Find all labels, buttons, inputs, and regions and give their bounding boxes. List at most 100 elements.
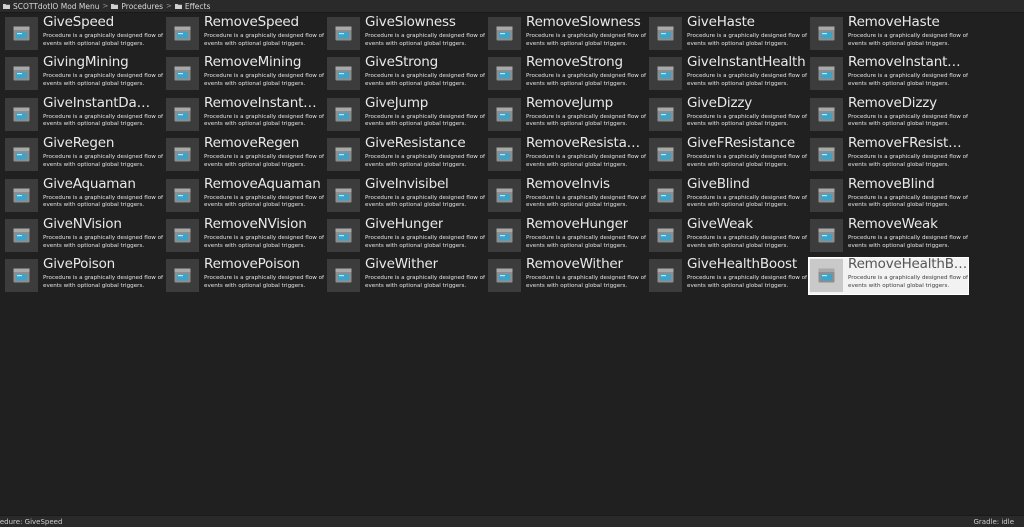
procedure-tile[interactable]: GiveHaste Procedure is a graphically desi… — [648, 14, 807, 52]
procedure-tile[interactable]: RemoveSpeed Procedure is a graphically de… — [165, 14, 324, 52]
tile-description: Procedure is a graphically designed flow… — [526, 194, 646, 209]
breadcrumb: SCOTTdotIO Mod Menu > Procedures > Effec… — [0, 0, 1024, 13]
procedure-block-icon — [488, 259, 521, 293]
procedure-block-icon — [5, 57, 38, 91]
tile-description: Procedure is a graphically designed flow… — [848, 73, 968, 87]
tile-title: RemovePoison — [204, 256, 300, 273]
procedure-tile[interactable]: GiveBlind Procedure is a graphically desi… — [648, 175, 807, 214]
status-bar: cedure: GiveSpeed Gradle: idle — [0, 515, 1024, 527]
procedure-block-icon — [649, 57, 682, 91]
procedure-tile[interactable]: RemoveWeak Procedure is a graphically des… — [809, 216, 968, 254]
tile-title: GiveResistance — [365, 135, 466, 152]
tile-title: RemoveFResistance — [848, 135, 968, 152]
procedure-block-icon — [5, 17, 38, 50]
procedure-tile[interactable]: RemoveFResistance Procedure is a graphica… — [809, 135, 968, 173]
breadcrumb-item-effects[interactable]: Effects — [174, 1, 211, 11]
procedure-tile[interactable]: GiveHealthBoost Procedure is a graphicall… — [648, 256, 807, 294]
procedure-block-icon — [5, 97, 38, 131]
procedure-tile[interactable]: RemoveResistance Procedure is a graphical… — [487, 135, 646, 173]
procedure-block-icon — [327, 178, 360, 212]
tile-description: Procedure is a graphically designed flow… — [526, 235, 646, 249]
procedure-tile[interactable]: GiveDizzy Procedure is a graphically desi… — [648, 95, 807, 133]
breadcrumb-label: Effects — [184, 1, 211, 11]
procedure-block-icon — [327, 219, 360, 252]
tile-title: GiveFResistance — [687, 135, 796, 152]
procedure-tile[interactable]: GiveHunger Procedure is a graphically des… — [326, 216, 485, 254]
tile-description: Procedure is a graphically designed flow… — [848, 154, 968, 168]
procedure-tile[interactable]: RemoveDizzy Procedure is a graphically de… — [809, 94, 968, 133]
procedure-tile[interactable]: RemoveHaste Procedure is a graphically de… — [809, 14, 968, 52]
tile-description: Procedure is a graphically designed flow… — [43, 33, 163, 47]
tile-description: Procedure is a graphically designed flow… — [687, 194, 807, 209]
tile-description: Procedure is a graphically designed flow… — [204, 33, 324, 47]
procedure-tile[interactable]: RemoveNVision Procedure is a graphically … — [165, 216, 324, 254]
procedure-tile[interactable]: GiveWeak Procedure is a graphically desig… — [648, 216, 807, 254]
procedure-block-icon — [810, 17, 843, 50]
procedure-tile[interactable]: GiveStrong Procedure is a graphically des… — [326, 54, 485, 92]
tile-description: Procedure is a graphically designed flow… — [526, 113, 646, 128]
tile-description: Procedure is a graphically designed flow… — [526, 275, 646, 289]
procedure-tile[interactable]: RemoveSlowness Procedure is a graphically… — [487, 14, 646, 52]
tile-description: Procedure is a graphically designed flow… — [204, 154, 324, 168]
procedure-tile[interactable]: RemoveHealthBoost Procedure is a graphica… — [808, 256, 970, 296]
folder-icon — [174, 3, 182, 9]
procedure-block-icon — [5, 259, 38, 293]
tile-title: GiveSlowness — [365, 14, 456, 30]
procedure-block-icon — [5, 219, 38, 252]
procedure-tile[interactable]: GiveSpeed Procedure is a graphically desi… — [4, 14, 163, 52]
tile-title: RemoveDizzy — [848, 94, 937, 111]
tile-description: Procedure is a graphically designed flow… — [204, 113, 324, 128]
procedure-tile[interactable]: GiveJump Procedure is a graphically desig… — [326, 95, 485, 133]
tile-title: GiveSpeed — [43, 14, 115, 30]
procedure-tile[interactable]: RemoveInstantHe... Procedure is a graphic… — [809, 54, 968, 92]
procedure-tile[interactable]: GivingMining Procedure is a graphically d… — [4, 54, 163, 92]
tile-title: RemoveJump — [526, 94, 614, 111]
procedure-tile[interactable]: GiveInstantHealth Procedure is a graphica… — [648, 54, 807, 92]
procedure-block-icon — [166, 219, 199, 252]
tile-title: GiveBlind — [687, 175, 750, 192]
procedure-block-icon — [488, 138, 521, 172]
tile-title: GiveInvisibel — [365, 175, 449, 192]
procedure-tile[interactable]: GiveSlowness Procedure is a graphically d… — [326, 14, 485, 52]
procedure-block-icon — [810, 138, 843, 172]
procedure-tile[interactable]: GiveInstantDamage Procedure is a graphica… — [4, 95, 163, 133]
procedure-tile[interactable]: RemoveStrong Procedure is a graphically d… — [487, 54, 646, 92]
tile-description: Procedure is a graphically designed flow… — [43, 73, 163, 87]
breadcrumb-item-root[interactable]: SCOTTdotIO Mod Menu — [3, 2, 100, 11]
tile-description: Procedure is a graphically designed flow… — [848, 194, 968, 209]
procedure-tile[interactable]: RemoveAquaman Procedure is a graphically … — [165, 176, 324, 214]
procedure-tile[interactable]: RemoveHunger Procedure is a graphically d… — [487, 216, 646, 254]
tile-title: RemoveInvis — [526, 175, 610, 192]
procedure-block-icon — [488, 17, 521, 50]
procedure-tile[interactable]: GiveResistance Procedure is a graphically… — [326, 135, 485, 173]
procedure-tile[interactable]: RemoveInstantDa... Procedure is a graphic… — [165, 95, 324, 133]
procedure-tile[interactable]: RemoveBlind Procedure is a graphically de… — [809, 176, 968, 214]
tile-description: Procedure is a graphically designed flow… — [848, 275, 968, 289]
procedure-block-icon — [810, 57, 843, 91]
procedure-tile[interactable]: RemoveWither Procedure is a graphically d… — [487, 256, 646, 294]
tile-description: Procedure is a graphically designed flow… — [687, 113, 807, 128]
breadcrumb-item-procedures[interactable]: Procedures — [111, 2, 163, 11]
procedure-tile[interactable]: RemoveInvis Procedure is a graphically de… — [487, 175, 646, 214]
procedure-tile[interactable]: GiveInvisibel Procedure is a graphically … — [326, 175, 485, 214]
procedure-tile[interactable]: GiveRegen Procedure is a graphically desi… — [4, 135, 163, 173]
procedure-tile[interactable]: GiveNVision Procedure is a graphically de… — [4, 216, 163, 254]
breadcrumb-label: SCOTTdotIO Mod Menu — [13, 1, 100, 11]
procedure-tile[interactable]: GiveWither Procedure is a graphically des… — [326, 256, 485, 294]
procedure-tile[interactable]: GiveFResistance Procedure is a graphicall… — [648, 135, 807, 173]
tile-description: Procedure is a graphically designed flow… — [204, 194, 324, 209]
status-gradle[interactable]: Gradle: idle — [973, 518, 1014, 526]
tile-description: Procedure is a graphically designed flow… — [365, 73, 485, 87]
tile-title: RemoveSlowness — [526, 14, 641, 30]
procedure-tile[interactable]: RemovePoison Procedure is a graphically d… — [165, 256, 324, 294]
breadcrumb-separator: > — [102, 2, 109, 10]
procedure-block-icon — [166, 57, 199, 91]
procedure-tile[interactable]: GiveAquaman Procedure is a graphically de… — [4, 176, 163, 214]
breadcrumb-label: Procedures — [121, 1, 163, 11]
procedure-block-icon — [166, 138, 199, 172]
procedure-tile[interactable]: RemoveMining Procedure is a graphically d… — [165, 54, 324, 92]
procedure-tile[interactable]: GivePoison Procedure is a graphically des… — [4, 256, 163, 294]
tile-description: Procedure is a graphically designed flow… — [687, 73, 807, 87]
procedure-tile[interactable]: RemoveJump Procedure is a graphically des… — [487, 94, 646, 133]
procedure-tile[interactable]: RemoveRegen Procedure is a graphically de… — [165, 135, 324, 173]
